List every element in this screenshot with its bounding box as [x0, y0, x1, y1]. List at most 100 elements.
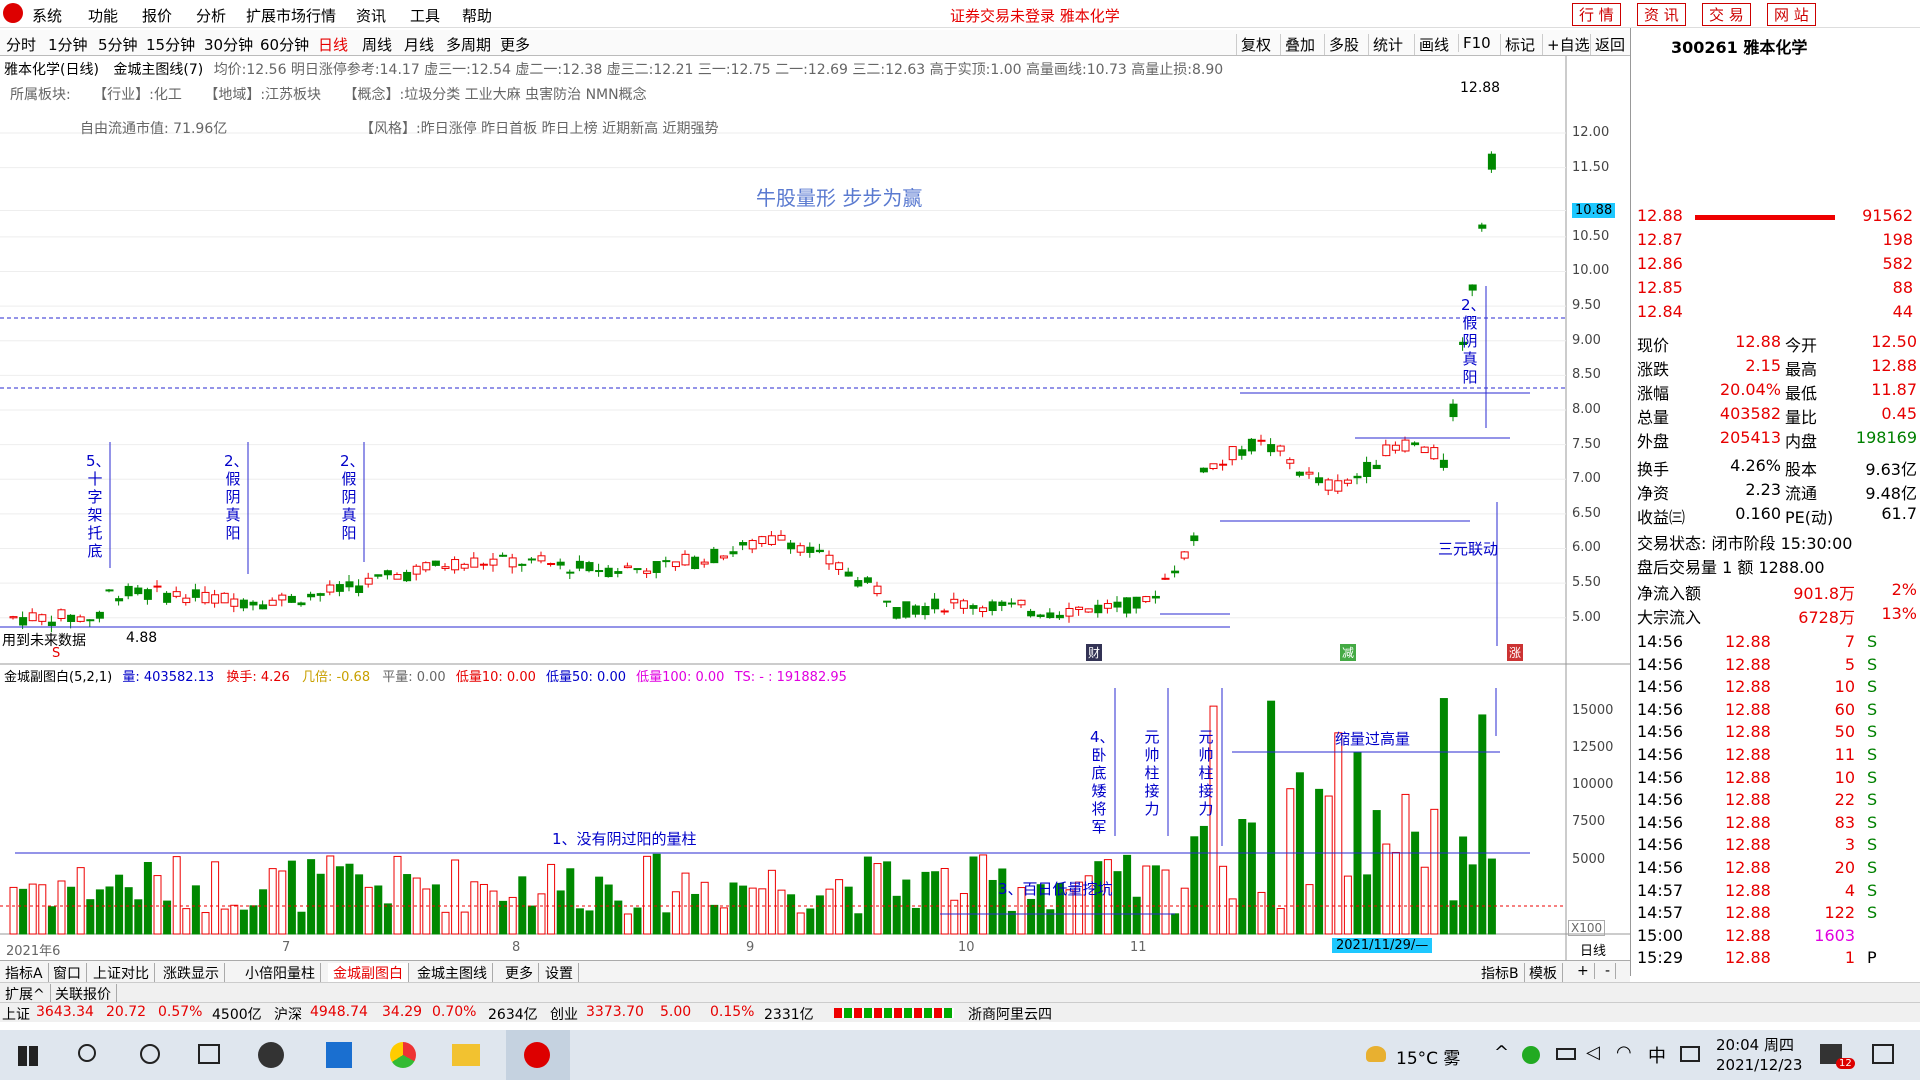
- period-weekly[interactable]: 周线: [362, 34, 392, 55]
- period-multi[interactable]: 多周期: [446, 34, 491, 55]
- period-1min[interactable]: 1分钟: [48, 34, 88, 55]
- x-axis-label-sep: 9: [746, 940, 755, 955]
- app-pinwheel-icon[interactable]: [258, 1042, 284, 1068]
- sub-indicator[interactable]: 金城副图白(5,2,1): [4, 670, 112, 685]
- period-15min[interactable]: 15分钟: [146, 34, 195, 55]
- btn-f10[interactable]: F10: [1458, 34, 1491, 52]
- quote-label: 外盘: [1637, 432, 1670, 451]
- tab-template[interactable]: 模板: [1524, 963, 1563, 983]
- store-icon[interactable]: [326, 1042, 352, 1068]
- stock-app-icon[interactable]: [506, 1030, 570, 1080]
- tab-settings[interactable]: 设置: [540, 963, 579, 983]
- wifi-icon[interactable]: ◠: [1616, 1042, 1632, 1063]
- clock-time[interactable]: 20:04 周四: [1716, 1034, 1794, 1055]
- period-5min[interactable]: 5分钟: [98, 34, 138, 55]
- tab-hangqing[interactable]: 行 情: [1572, 3, 1621, 26]
- tab-indicator-b[interactable]: 指标B: [1476, 963, 1525, 983]
- tab-sh-compare[interactable]: 上证对比: [88, 963, 155, 983]
- tick-side: S: [1867, 722, 1878, 742]
- zoom-out-button[interactable]: -: [1600, 963, 1617, 979]
- menu-quote[interactable]: 报价: [142, 5, 172, 26]
- volume-bar: [1363, 874, 1372, 935]
- volume-bar: [403, 874, 412, 935]
- tick-price: 12.88: [1725, 835, 1771, 855]
- menu-help[interactable]: 帮助: [462, 5, 492, 26]
- browser-icon[interactable]: [390, 1042, 416, 1068]
- tab-more[interactable]: 更多: [500, 963, 539, 983]
- price-tick: 8.50: [1572, 367, 1601, 383]
- sh-label: 上证: [2, 1007, 30, 1023]
- btn-tongji[interactable]: 统计: [1368, 34, 1403, 55]
- clock-date[interactable]: 2021/12/23: [1716, 1056, 1802, 1074]
- quote-value: 0.160: [1735, 504, 1781, 523]
- candle-body: [1353, 475, 1362, 479]
- zoom-in-button[interactable]: +: [1572, 963, 1595, 979]
- btn-diejia[interactable]: 叠加: [1280, 34, 1315, 55]
- sub-ts: TS: - : 191882.95: [734, 670, 847, 685]
- candle-body: [527, 558, 536, 561]
- keyboard-icon[interactable]: [1680, 1046, 1700, 1062]
- menu-tools[interactable]: 工具: [410, 5, 440, 26]
- period-more[interactable]: 更多: [500, 34, 530, 55]
- period-30min[interactable]: 30分钟: [204, 34, 253, 55]
- tab-indicator-a[interactable]: 指标A: [0, 963, 49, 983]
- tick-row: 14:56 12.88 3 S: [1635, 835, 1917, 857]
- menu-ext-market[interactable]: 扩展市场行情: [246, 5, 336, 26]
- tick-side: S: [1867, 699, 1878, 719]
- volume-bar: [537, 893, 546, 935]
- period-60min[interactable]: 60分钟: [260, 34, 309, 55]
- candle-body: [1142, 596, 1151, 603]
- period-daily[interactable]: 日线: [318, 34, 348, 55]
- ime-indicator[interactable]: 中: [1648, 1042, 1666, 1068]
- action-center-icon[interactable]: [1872, 1044, 1894, 1064]
- candle-body: [767, 535, 776, 545]
- tab-related-quote[interactable]: 关联报价: [50, 984, 117, 1004]
- windows-start-icon[interactable]: [18, 1046, 38, 1066]
- tab-jincheng-main[interactable]: 金城主图线: [412, 963, 493, 983]
- menu-analysis[interactable]: 分析: [196, 5, 226, 26]
- btn-duogu[interactable]: 多股: [1324, 34, 1359, 55]
- tray-app-icon[interactable]: [1522, 1046, 1540, 1064]
- tab-window[interactable]: 窗口: [48, 963, 87, 983]
- menu-function[interactable]: 功能: [88, 5, 118, 26]
- price-tick: 5.50: [1572, 575, 1601, 591]
- folder-icon[interactable]: [452, 1044, 480, 1066]
- volume-bar: [1459, 836, 1468, 935]
- candle-body: [57, 609, 66, 619]
- candle-body: [988, 601, 997, 612]
- tab-jiaoyi[interactable]: 交 易: [1702, 3, 1751, 26]
- block-label: 大宗流入: [1637, 608, 1702, 627]
- indicator-main[interactable]: 金城主图线(7): [113, 62, 203, 78]
- btn-add-watch[interactable]: +自选: [1542, 34, 1590, 55]
- inflow-value: 901.8万: [1793, 584, 1855, 603]
- tab-wangzhan[interactable]: 网 站: [1767, 3, 1816, 26]
- period-monthly[interactable]: 月线: [404, 34, 434, 55]
- tab-jincheng-sub[interactable]: 金城副图白: [328, 963, 409, 983]
- price-tick: 11.50: [1572, 159, 1610, 175]
- btn-biaoji[interactable]: 标记: [1500, 34, 1535, 55]
- tab-small-yang[interactable]: 小倍阳量柱: [240, 963, 321, 983]
- btn-fuquan[interactable]: 复权: [1236, 34, 1271, 55]
- tab-updown[interactable]: 涨跌显示: [158, 963, 225, 983]
- tick-side: S: [1867, 880, 1878, 900]
- tick-time: 14:56: [1637, 858, 1684, 877]
- candle-body: [1267, 444, 1276, 453]
- menu-info[interactable]: 资讯: [356, 5, 386, 26]
- menu-system[interactable]: 系统: [32, 5, 62, 26]
- volume-bar: [422, 888, 431, 935]
- tab-expand[interactable]: 扩展^: [0, 984, 51, 1004]
- chart-area[interactable]: 雅本化学(日线) 金城主图线(7) 均价:12.56 明日涨停参考:14.17 …: [0, 56, 1630, 960]
- task-view-icon[interactable]: [198, 1044, 220, 1064]
- btn-huaxian[interactable]: 画线: [1414, 34, 1449, 55]
- period-fenshi[interactable]: 分时: [6, 34, 36, 55]
- volume-icon[interactable]: ◁: [1586, 1042, 1600, 1063]
- candle-body: [691, 556, 700, 570]
- annotation-fake-yin-2: 2、假阴真阳: [340, 452, 365, 542]
- chevron-up-icon[interactable]: ^: [1494, 1042, 1509, 1063]
- tab-zixun[interactable]: 资 讯: [1637, 3, 1686, 26]
- search-icon[interactable]: [78, 1044, 96, 1062]
- btn-back[interactable]: 返回: [1590, 34, 1625, 55]
- cortana-icon[interactable]: [140, 1044, 160, 1064]
- tick-price: 12.88: [1725, 722, 1771, 742]
- volume-bar: [892, 895, 901, 935]
